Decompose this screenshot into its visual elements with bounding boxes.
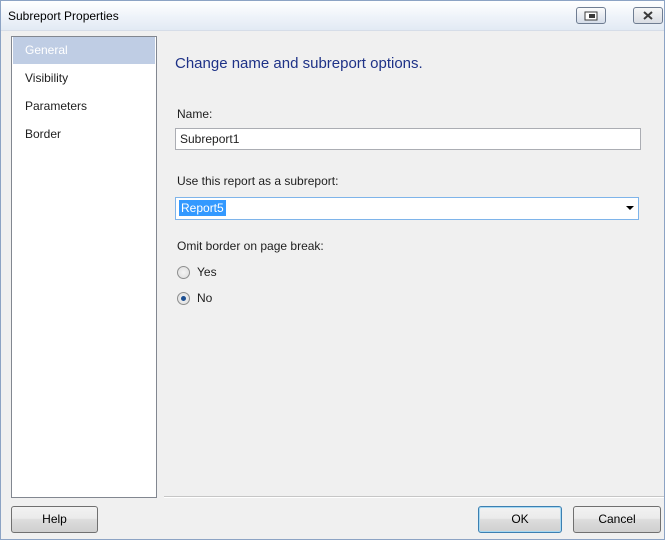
- sidebar-item-general[interactable]: General: [13, 37, 155, 64]
- title-bar: Subreport Properties: [1, 1, 664, 31]
- help-button[interactable]: Help: [11, 506, 98, 533]
- window-title: Subreport Properties: [8, 9, 119, 23]
- chevron-down-icon[interactable]: [626, 206, 634, 210]
- subreport-label: Use this report as a subreport:: [177, 174, 339, 188]
- close-icon: [643, 11, 653, 20]
- name-label: Name:: [177, 107, 213, 121]
- close-button[interactable]: [633, 7, 663, 24]
- footer-separator: [164, 496, 664, 498]
- restore-button[interactable]: [576, 7, 606, 24]
- omit-border-label: Omit border on page break:: [177, 239, 324, 253]
- radio-no-row[interactable]: No: [177, 290, 212, 306]
- ok-button[interactable]: OK: [478, 506, 562, 533]
- subreport-selected-value: Report5: [179, 200, 226, 216]
- name-input[interactable]: Subreport1: [175, 128, 641, 150]
- sidebar-nav: General Visibility Parameters Border: [11, 36, 157, 498]
- sidebar-item-parameters[interactable]: Parameters: [13, 93, 155, 120]
- radio-yes-row[interactable]: Yes: [177, 264, 217, 280]
- sidebar-item-visibility[interactable]: Visibility: [13, 65, 155, 92]
- page-header: Change name and subreport options.: [175, 55, 423, 72]
- restore-icon: [584, 11, 598, 20]
- radio-no[interactable]: [177, 291, 190, 305]
- radio-no-label: No: [197, 291, 213, 305]
- radio-yes[interactable]: [177, 265, 190, 279]
- dialog-window: Subreport Properties General Visibility …: [0, 0, 665, 540]
- subreport-select[interactable]: Report5: [175, 197, 639, 220]
- cancel-button[interactable]: Cancel: [573, 506, 661, 533]
- radio-yes-label: Yes: [197, 265, 217, 279]
- sidebar-item-border[interactable]: Border: [13, 121, 155, 148]
